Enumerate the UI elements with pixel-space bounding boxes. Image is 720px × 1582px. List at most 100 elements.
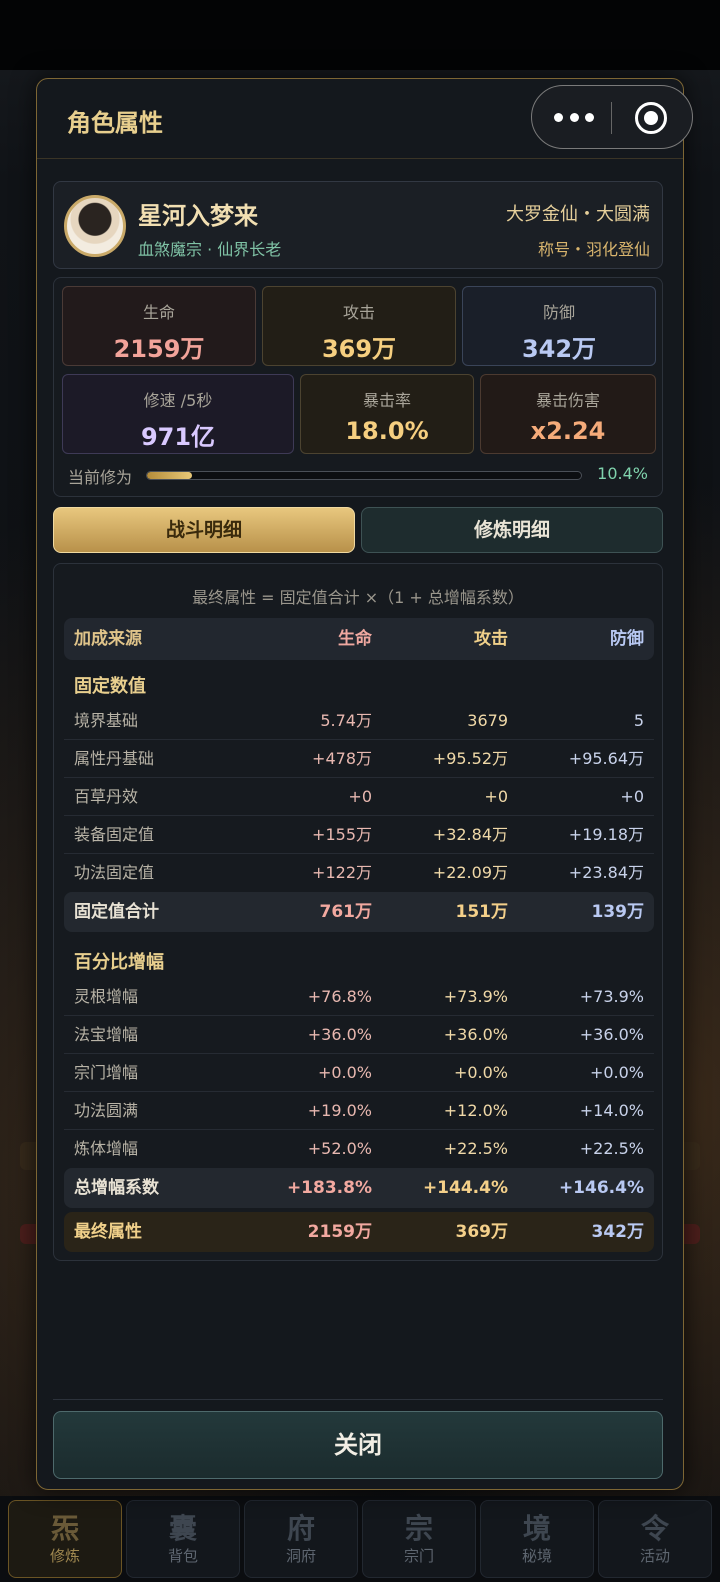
character-name: 星河入梦来 <box>138 202 258 230</box>
sect-name: 血煞魔宗 <box>138 240 203 259</box>
header-source: 加成来源 <box>74 629 142 649</box>
row-defense: +0 <box>620 787 644 806</box>
row-defense: 342万 <box>591 1222 645 1242</box>
percent-total-row: 总增幅系数 +183.8% +144.4% +146.4% <box>64 1168 654 1208</box>
target-circle-icon[interactable] <box>635 102 667 134</box>
cultivation-progress-bar <box>146 471 582 480</box>
title-label: 称号・羽化登仙 <box>537 240 650 259</box>
table-row: 境界基础 5.74万 3679 5 <box>64 702 654 740</box>
nav-item-sect[interactable]: 宗 宗门 <box>362 1500 476 1578</box>
table-row: 百草丹效 +0 +0 +0 <box>64 778 654 816</box>
row-defense: +23.84万 <box>568 863 644 882</box>
row-source: 固定值合计 <box>74 902 159 922</box>
table-row: 炼体增幅 +52.0% +22.5% +22.5% <box>64 1130 654 1168</box>
nav-label: 修炼 <box>49 1546 80 1565</box>
row-attack: +0.0% <box>453 1063 508 1082</box>
table-row: 功法圆满 +19.0% +12.0% +14.0% <box>64 1092 654 1130</box>
profile-card: 星河入梦来 血煞魔宗 · 仙界长老 大罗金仙・大圆满 称号・羽化登仙 <box>53 181 663 269</box>
row-source: 功法固定值 <box>74 863 155 882</box>
nav-label: 背包 <box>167 1546 198 1565</box>
table-row: 灵根增幅 +76.8% +73.9% +73.9% <box>64 978 654 1016</box>
more-dots-icon[interactable] <box>554 102 594 132</box>
bottom-nav: 炁 修炼 囊 背包 府 洞府 宗 宗门 境 秘境 令 活动 <box>0 1496 720 1582</box>
row-attack: +32.84万 <box>432 825 508 844</box>
header-attack: 攻击 <box>474 629 508 649</box>
nav-glyph: 宗 <box>404 1511 433 1545</box>
progress-fill <box>147 472 193 479</box>
row-source: 灵根增幅 <box>74 987 139 1006</box>
stat-label: 生命 <box>142 303 175 322</box>
row-hp: +36.0% <box>307 1025 372 1044</box>
modal-header: 角色属性 <box>37 79 693 159</box>
header-defense: 防御 <box>610 629 644 649</box>
row-attack: +12.0% <box>443 1101 508 1120</box>
row-hp: 761万 <box>319 902 373 922</box>
row-hp: +0.0% <box>317 1063 372 1082</box>
stat-cultivation-speed: 修速 /5秒 971亿 <box>62 374 294 454</box>
table-header: 加成来源 生命 攻击 防御 <box>64 618 654 660</box>
progress-value: 10.4% <box>597 464 648 483</box>
row-defense: +22.5% <box>579 1139 644 1158</box>
fixed-total-row: 固定值合计 761万 151万 139万 <box>64 892 654 932</box>
modal-title: 角色属性 <box>67 109 163 137</box>
sect-role: 仙界长老 <box>217 240 282 259</box>
row-defense: +36.0% <box>579 1025 644 1044</box>
character-attributes-modal: 角色属性 星河入梦来 血煞魔宗 · 仙界长老 大罗金仙・大圆满 称号・羽化登仙 … <box>36 78 693 1490</box>
row-source: 百草丹效 <box>74 787 139 806</box>
stat-value: x2.24 <box>530 417 606 445</box>
row-attack: 3679 <box>467 711 508 730</box>
row-attack: +144.4% <box>422 1178 508 1198</box>
avatar[interactable] <box>64 195 126 257</box>
table-row: 宗门增幅 +0.0% +0.0% +0.0% <box>64 1054 654 1092</box>
row-attack: 369万 <box>455 1222 509 1242</box>
section-title-percent: 百分比增幅 <box>74 952 164 973</box>
row-attack: +22.5% <box>443 1139 508 1158</box>
close-button[interactable]: 关闭 <box>53 1411 663 1479</box>
stat-defense: 防御 342万 <box>462 286 656 366</box>
nav-label: 活动 <box>639 1546 670 1565</box>
stat-crit-rate: 暴击率 18.0% <box>300 374 474 454</box>
row-defense: 139万 <box>591 902 645 922</box>
nav-glyph: 令 <box>640 1511 669 1545</box>
row-defense: 5 <box>633 711 644 730</box>
tab-cultivation-details[interactable]: 修炼明细 <box>361 507 663 553</box>
row-defense: +73.9% <box>579 987 644 1006</box>
row-source: 炼体增幅 <box>74 1139 139 1158</box>
formula-text: 最终属性 = 固定值合计 ×（1 + 总增幅系数） <box>192 588 524 607</box>
stat-label: 攻击 <box>342 303 375 322</box>
row-defense: +19.18万 <box>568 825 644 844</box>
table-row: 属性丹基础 +478万 +95.52万 +95.64万 <box>64 740 654 778</box>
row-source: 功法圆满 <box>74 1101 139 1120</box>
nav-item-cave[interactable]: 府 洞府 <box>244 1500 358 1578</box>
tab-combat-details[interactable]: 战斗明细 <box>53 507 355 553</box>
nav-glyph: 府 <box>286 1511 315 1545</box>
stat-label: 暴击率 <box>362 391 411 410</box>
nav-glyph: 境 <box>522 1511 551 1545</box>
progress-label: 当前修为 <box>68 468 133 487</box>
nav-item-events[interactable]: 令 活动 <box>598 1500 712 1578</box>
row-source: 总增幅系数 <box>74 1178 159 1198</box>
realm-label: 大罗金仙・大圆满 <box>506 204 650 225</box>
row-hp: 5.74万 <box>320 711 372 730</box>
row-hp: +155万 <box>312 825 372 844</box>
row-attack: +73.9% <box>443 987 508 1006</box>
stat-label: 暴击伤害 <box>535 391 600 410</box>
header-hp: 生命 <box>338 629 372 649</box>
row-hp: 2159万 <box>307 1222 372 1242</box>
nav-item-secret-realm[interactable]: 境 秘境 <box>480 1500 594 1578</box>
footer-divider <box>53 1399 663 1400</box>
row-hp: +183.8% <box>286 1178 372 1198</box>
stats-panel: 生命 2159万 攻击 369万 防御 342万 修速 /5秒 971亿 暴击率… <box>53 277 663 497</box>
mini-program-capsule <box>531 85 693 149</box>
row-source: 境界基础 <box>74 711 139 730</box>
nav-item-cultivate[interactable]: 炁 修炼 <box>8 1500 122 1578</box>
nav-item-bag[interactable]: 囊 背包 <box>126 1500 240 1578</box>
row-attack: 151万 <box>455 902 509 922</box>
row-attack: +0 <box>484 787 508 806</box>
final-attributes-row: 最终属性 2159万 369万 342万 <box>64 1212 654 1252</box>
stat-value: 342万 <box>521 335 597 363</box>
row-attack: +22.09万 <box>432 863 508 882</box>
nav-label: 洞府 <box>285 1546 316 1565</box>
row-defense: +14.0% <box>579 1101 644 1120</box>
row-source: 装备固定值 <box>74 825 155 844</box>
